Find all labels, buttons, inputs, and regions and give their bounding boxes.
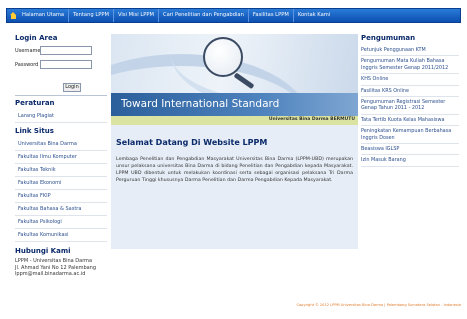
password-field[interactable] [40, 60, 92, 69]
password-row: Password [15, 59, 107, 70]
page: Halaman Utama Tentang LPPM Visi Misi LPP… [0, 0, 467, 319]
home-icon[interactable] [10, 12, 17, 19]
nav-bar: Halaman Utama Tentang LPPM Visi Misi LPP… [6, 8, 461, 23]
right-sidebar: Pengumuman Petunjuk Penggunaan KTM Pengu… [361, 34, 459, 167]
link-universitas[interactable]: Universitas Bina Darma [15, 138, 107, 151]
nav-item-halaman-utama[interactable]: Halaman Utama [18, 9, 70, 22]
nav-item-cari-penelitian[interactable]: Cari Penelitian dan Pengabdian [159, 9, 249, 22]
announcement-item[interactable]: Peningkatan Kemampuan Berbahasa Inggris … [361, 126, 459, 145]
divider [15, 95, 107, 96]
username-label: Username [15, 47, 41, 54]
username-row: Username [15, 45, 107, 56]
nav-item-visi-misi[interactable]: Visi Misi LPPM [114, 9, 159, 22]
pengumuman-heading: Pengumuman [361, 34, 416, 42]
hero-subtitle: Universitas Bina Darma BERMUTU [268, 117, 355, 122]
welcome-paragraph: Lembaga Penelitian dan Pengabdian Masyar… [116, 157, 353, 183]
link-fak-ekonomi[interactable]: Fakultas Ekonomi [15, 177, 107, 190]
welcome-heading: Selamat Datang Di Website LPPM [116, 138, 268, 147]
magnifier-icon [203, 37, 243, 77]
username-field[interactable] [40, 46, 92, 55]
announcement-item[interactable]: Tata Tertib Kuota Kelas Mahasiswa [361, 115, 459, 127]
link-situs-heading: Link Situs [15, 127, 54, 135]
peraturan-heading: Peraturan [15, 99, 55, 107]
contact-heading: Hubungi Kami [15, 247, 71, 255]
nav-item-tentang[interactable]: Tentang LPPM [69, 9, 114, 22]
nav-item-kontak[interactable]: Kontak Kami [294, 9, 334, 22]
link-fak-ilmu-komputer[interactable]: Fakultas Ilmu Komputer [15, 151, 107, 164]
link-fak-bahasa[interactable]: Fakultas Bahasa & Sastra [15, 203, 107, 216]
nav-item-fasilitas[interactable]: Fasilitas LPPM [249, 9, 294, 22]
contact-email: lppm@mail.binadarma.ac.id [15, 271, 86, 277]
footer-copyright: Copyright © 2012 LPPM Universitas Bina D… [296, 303, 461, 307]
left-sidebar: Login Area Username Password Login Perat… [15, 34, 107, 278]
hero-title: Toward International Standard [121, 98, 280, 110]
announcement-item[interactable]: Pengumuman Mata Kuliah Bahasa Inggris Se… [361, 56, 459, 75]
announcement-item[interactable]: Beasiswa IGLSP [361, 144, 459, 156]
hero-banner: Toward International Standard Universita… [111, 34, 358, 125]
link-fak-fkip[interactable]: Fakultas FKIP [15, 190, 107, 203]
link-fak-teknik[interactable]: Fakultas Teknik [15, 164, 107, 177]
peraturan-link-plagiat[interactable]: Larang Plagiat [15, 110, 107, 123]
login-heading: Login Area [15, 34, 58, 42]
announcement-item[interactable]: Petunjuk Penggunaan KTM [361, 45, 459, 57]
announcement-item[interactable]: KHS Online [361, 74, 459, 86]
login-button[interactable]: Login [63, 83, 81, 92]
top-navigation: Halaman Utama Tentang LPPM Visi Misi LPP… [0, 0, 467, 32]
link-fak-komunikasi[interactable]: Fakultas Komunikasi [15, 229, 107, 242]
link-fak-psikologi[interactable]: Fakultas Psikologi [15, 216, 107, 229]
announcement-item[interactable]: Izin Masuk Barang [361, 155, 459, 167]
announcement-item[interactable]: Pengumuman Registrasi Semester Genap Tah… [361, 97, 459, 115]
main-content: Toward International Standard Universita… [111, 34, 358, 249]
announcement-item[interactable]: Fasilitas KRS Online [361, 86, 459, 98]
password-label: Password [15, 61, 39, 68]
